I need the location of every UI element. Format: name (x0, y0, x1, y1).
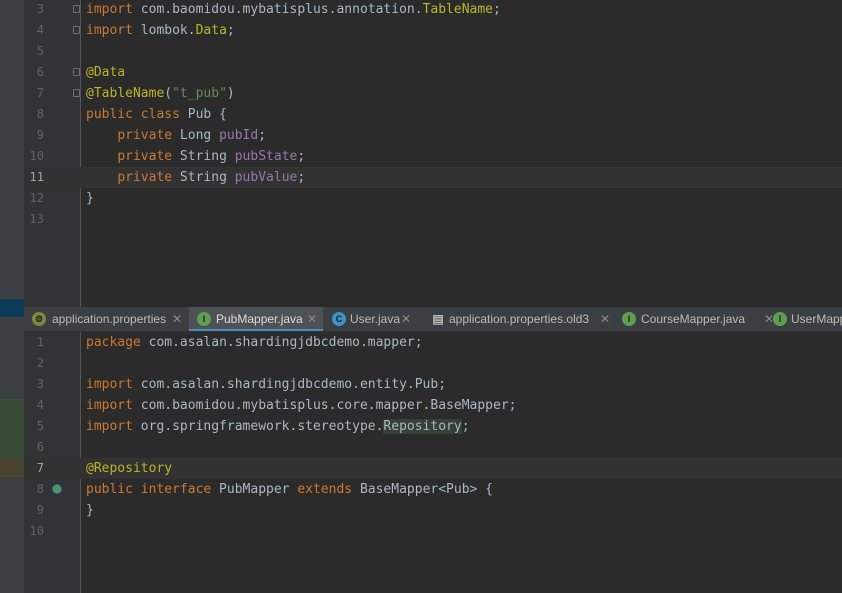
code-text: public interface PubMapper extends BaseM… (86, 482, 494, 497)
code-text: import lombok.Data; (86, 23, 235, 38)
line-number: 4 (36, 398, 44, 412)
code-text: import com.baomidou.mybatisplus.annotati… (86, 2, 501, 17)
change-marker (0, 299, 24, 317)
implementation-gutter-icon[interactable] (52, 484, 62, 494)
line-number: 10 (29, 524, 44, 538)
code-line[interactable]: 8 public interface PubMapper extends Base… (24, 479, 842, 500)
code-text: package com.asalan.shardingjdbcdemo.mapp… (86, 335, 423, 350)
code-line[interactable]: 2 (24, 353, 842, 374)
code-text: @TableName("t_pub") (86, 86, 235, 101)
line-number: 12 (29, 191, 44, 205)
tab-label: application.properties.old3 (449, 312, 590, 326)
code-line[interactable]: 4 import lombok.Data; (24, 20, 842, 41)
bottom-editor[interactable]: 1 package com.asalan.shardingjdbcdemo.map… (24, 332, 842, 593)
editor-tab-bar: ⚙ application.properties ✕ I PubMapper.java ✕… (24, 307, 842, 332)
properties-file-icon: ⚙ (32, 312, 46, 326)
line-number: 13 (29, 212, 44, 226)
code-line[interactable]: 9} (24, 500, 842, 521)
tab-label: PubMapper.java (216, 312, 303, 326)
editor-tab[interactable]: I CourseMapper.java ✕ (614, 307, 780, 331)
fold-marker-icon[interactable] (73, 5, 80, 13)
editor-tab[interactable]: C User.java ✕ (324, 307, 412, 331)
line-number: 3 (36, 377, 44, 391)
code-line[interactable]: 5 (24, 41, 842, 62)
text-file-icon: ▤ (432, 312, 444, 326)
line-number: 2 (36, 356, 44, 370)
code-line[interactable]: 3 import com.asalan.shardingjdbcdemo.enti… (24, 374, 842, 395)
line-number: 5 (36, 44, 44, 58)
left-tool-strip (0, 0, 24, 593)
code-text: @Repository (86, 461, 173, 476)
code-line[interactable]: 11 private String pubValue; (24, 167, 842, 188)
interface-icon: I (773, 312, 787, 326)
code-line[interactable]: 12} (24, 188, 842, 209)
code-line[interactable]: 10 (24, 521, 842, 542)
interface-icon: I (197, 312, 211, 326)
code-line[interactable]: 10 private String pubState; (24, 146, 842, 167)
tab-label: CourseMapper.java (641, 312, 746, 326)
line-number: 10 (29, 149, 44, 163)
tab-label: UserMapp (791, 312, 842, 326)
code-line[interactable]: 6 (24, 437, 842, 458)
code-text: public class Pub { (86, 107, 227, 122)
code-text: private Long pubId; (117, 128, 267, 143)
line-number: 3 (36, 2, 44, 16)
editor-tab[interactable]: ⚙ application.properties ✕ (24, 307, 188, 331)
interface-icon: I (622, 312, 636, 326)
line-number: 5 (36, 419, 44, 433)
line-number: 7 (36, 461, 44, 475)
fold-marker-icon[interactable] (73, 89, 80, 97)
code-text: @Data (86, 65, 126, 80)
code-text: private String pubValue; (117, 170, 306, 185)
code-line[interactable]: 13 (24, 209, 842, 230)
code-text: } (86, 503, 94, 518)
close-icon[interactable]: ✕ (307, 307, 317, 331)
editor-tab[interactable]: ▤ application.properties.old3 ✕ (423, 307, 618, 331)
code-line[interactable]: 6 @Data (24, 62, 842, 83)
line-number: 8 (36, 107, 44, 121)
line-number: 6 (36, 440, 44, 454)
line-number: 9 (36, 503, 44, 517)
fold-marker-icon[interactable] (73, 68, 80, 76)
line-number: 7 (36, 86, 44, 100)
code-text: import com.asalan.shardingjdbcdemo.entit… (86, 377, 447, 392)
code-text: private String pubState; (117, 149, 306, 164)
line-number: 11 (29, 170, 44, 184)
line-number: 4 (36, 23, 44, 37)
code-line[interactable]: 4 import com.baomidou.mybatisplus.core.ma… (24, 395, 842, 416)
code-text: import com.baomidou.mybatisplus.core.map… (86, 398, 517, 413)
code-line[interactable]: 5 import org.springframework.stereotype.R… (24, 416, 842, 437)
line-number: 9 (36, 128, 44, 142)
line-number: 8 (36, 482, 44, 496)
code-line[interactable]: 7 @TableName("t_pub") (24, 83, 842, 104)
code-line[interactable]: 8 public class Pub { (24, 104, 842, 125)
close-icon[interactable]: ✕ (600, 307, 610, 331)
top-editor[interactable]: 3 import com.baomidou.mybatisplus.annotat… (24, 0, 842, 307)
code-line[interactable]: 1 package com.asalan.shardingjdbcdemo.map… (24, 332, 842, 353)
line-number: 6 (36, 65, 44, 79)
code-text: } (86, 191, 94, 206)
change-marker (0, 399, 24, 459)
change-marker (0, 459, 24, 477)
tab-label: User.java (350, 312, 401, 326)
tab-label: application.properties (52, 312, 167, 326)
class-icon: C (332, 312, 346, 326)
close-icon[interactable]: ✕ (172, 307, 182, 331)
code-line[interactable]: 3 import com.baomidou.mybatisplus.annotat… (24, 0, 842, 20)
close-icon[interactable]: ✕ (401, 307, 411, 331)
editor-tab[interactable]: I UserMapp (765, 307, 842, 331)
code-line[interactable]: 9 private Long pubId; (24, 125, 842, 146)
line-number: 1 (36, 335, 44, 349)
editor-tab[interactable]: I PubMapper.java ✕ (189, 307, 323, 331)
fold-marker-icon[interactable] (73, 26, 80, 34)
code-text: import org.springframework.stereotype.Re… (86, 419, 470, 434)
code-line[interactable]: 7 @Repository (24, 458, 842, 479)
